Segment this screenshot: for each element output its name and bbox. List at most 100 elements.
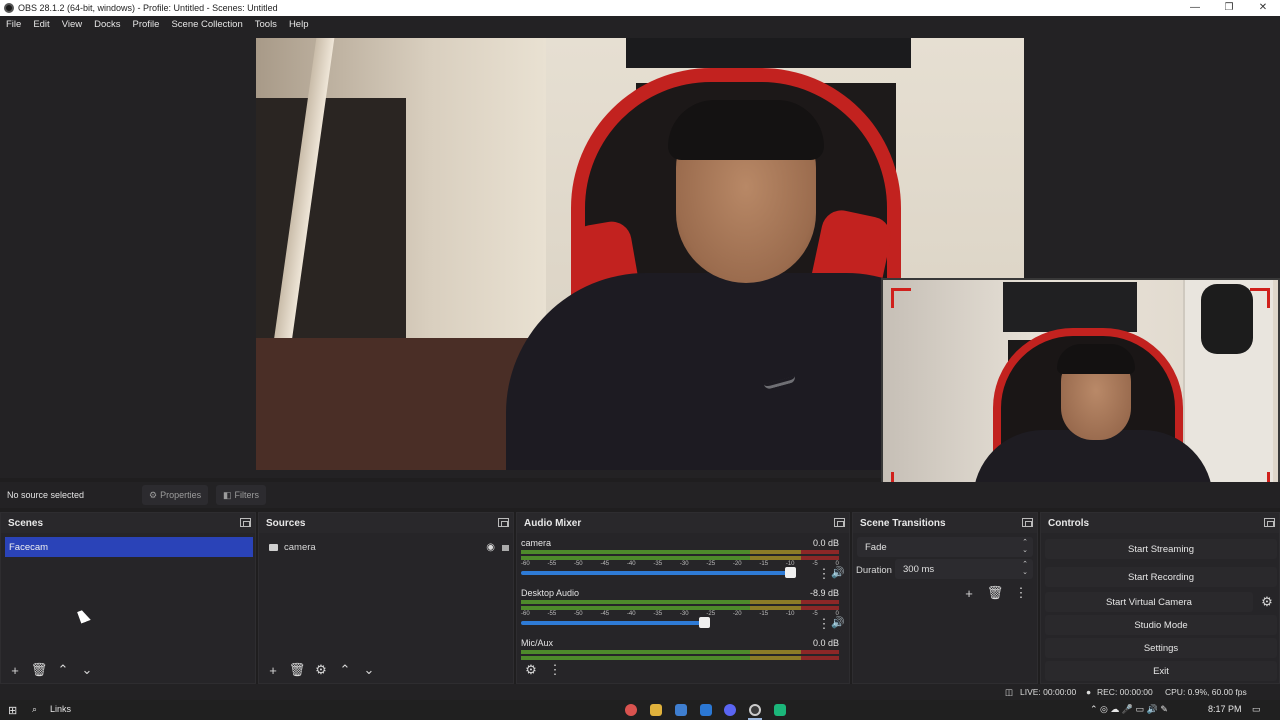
start-recording-button[interactable]: Start Recording	[1045, 567, 1277, 587]
meter-tick-label: -15	[759, 561, 769, 567]
menu-view[interactable]: View	[56, 19, 88, 30]
meter-tick-label: -40	[626, 611, 636, 617]
source-item-camera[interactable]: camera ◉	[267, 539, 509, 555]
menu-help[interactable]: Help	[283, 19, 315, 30]
facecam-overlay	[881, 278, 1280, 500]
file-explorer-icon[interactable]	[650, 704, 662, 716]
search-icon[interactable]: ⌕	[32, 704, 37, 715]
source-up-button[interactable]: ⌃	[335, 661, 355, 679]
visibility-eye-icon[interactable]: ◉	[486, 542, 495, 553]
meter-tick-label: -20	[732, 611, 742, 617]
remove-scene-button[interactable]: 🗑	[29, 661, 49, 679]
filters-button[interactable]: ◧ Filters	[216, 485, 267, 505]
undock-icon[interactable]	[1022, 518, 1033, 527]
sources-title: Sources	[259, 513, 513, 533]
mail-icon[interactable]	[700, 704, 712, 716]
start-streaming-button[interactable]: Start Streaming	[1045, 539, 1277, 559]
studio-mode-button[interactable]: Studio Mode	[1045, 615, 1277, 635]
meter-tick-label: -35	[653, 561, 663, 567]
rec-timer: REC: 00:00:00	[1097, 687, 1153, 697]
meter-tick-label: -45	[600, 611, 610, 617]
spinner-icon[interactable]: ⌃ ⌄	[1022, 561, 1028, 577]
audio-mixer-dock: Audio Mixer camera 0.0 dB -60 -55 -50 -45 -4…	[516, 512, 850, 684]
lock-icon[interactable]	[502, 545, 509, 551]
move-up-button[interactable]: ⌃	[53, 661, 73, 679]
discord-icon[interactable]	[724, 704, 736, 716]
notifications-icon[interactable]: ▭	[1252, 704, 1261, 715]
channel-db: -8.9 dB	[809, 588, 839, 598]
scenes-dock: Scenes Facecam + 🗑 ⌃ ⌄	[0, 512, 256, 684]
undock-icon[interactable]	[240, 518, 251, 527]
undock-icon[interactable]	[498, 518, 509, 527]
menu-profile[interactable]: Profile	[127, 19, 166, 30]
menu-scene-collection[interactable]: Scene Collection	[165, 19, 248, 30]
tray-icons[interactable]: ⌃ ◎ ☁ 🎤 ▭ 🔊 ✎	[1090, 704, 1168, 715]
status-bar: ◫ LIVE: 00:00:00 ● REC: 00:00:00 CPU: 0.…	[0, 684, 1280, 700]
app-icon[interactable]	[774, 704, 786, 716]
volume-knob[interactable]	[785, 567, 796, 578]
properties-button[interactable]: ⚙ Properties	[142, 485, 209, 505]
level-meter	[521, 600, 839, 604]
channel-menu-button[interactable]: ⋮	[814, 565, 834, 583]
transition-value: Fade	[865, 542, 887, 553]
level-meter	[521, 556, 839, 560]
chrome-icon[interactable]	[625, 704, 637, 716]
menu-file[interactable]: File	[0, 19, 27, 30]
undock-icon[interactable]	[1264, 518, 1275, 527]
meter-tick-label: -35	[653, 611, 663, 617]
windows-start-icon[interactable]: ⊞	[8, 704, 17, 717]
source-name: camera	[284, 541, 316, 553]
menu-docks[interactable]: Docks	[88, 19, 126, 30]
sources-dock: Sources camera ◉ + 🗑 ⚙ ⌃ ⌄	[258, 512, 514, 684]
scene-item-facecam[interactable]: Facecam	[5, 537, 253, 557]
taskbar-search-text[interactable]: Links	[50, 704, 71, 714]
volume-knob[interactable]	[699, 617, 710, 628]
undock-icon[interactable]	[834, 518, 845, 527]
start-virtual-camera-button[interactable]: Start Virtual Camera	[1045, 592, 1253, 612]
add-scene-button[interactable]: +	[5, 661, 25, 679]
duration-input[interactable]: 300 ms ⌃ ⌄	[895, 559, 1033, 579]
menu-edit[interactable]: Edit	[27, 19, 55, 30]
source-properties-button[interactable]: ⚙	[311, 661, 331, 679]
meter-tick-label: -15	[759, 611, 769, 617]
meter-tick-label: -10	[785, 611, 795, 617]
minimize-button[interactable]: —	[1178, 0, 1212, 16]
settings-button[interactable]: Settings	[1045, 638, 1277, 658]
level-meter	[521, 656, 839, 660]
meter-tick-label: -60	[521, 611, 530, 617]
obs-taskbar-icon[interactable]	[749, 704, 761, 716]
exit-button[interactable]: Exit	[1045, 661, 1277, 681]
channel-name: Mic/Aux	[521, 638, 554, 648]
camera-icon	[269, 543, 278, 551]
move-down-button[interactable]: ⌄	[77, 661, 97, 679]
remove-source-button[interactable]: 🗑	[287, 661, 307, 679]
mixer-channel-mic-aux: Mic/Aux 0.0 dB	[521, 638, 839, 668]
os-taskbar: ⊞ ⌕ Links ⌃ ◎ ☁ 🎤 ▭ 🔊 ✎ 8:17 PM ▭	[0, 700, 1280, 720]
transition-menu-button[interactable]: ⋮	[1011, 584, 1031, 602]
add-source-button[interactable]: +	[263, 661, 283, 679]
volume-slider[interactable]	[521, 621, 705, 625]
channel-menu-button[interactable]: ⋮	[814, 615, 834, 633]
volume-slider[interactable]	[521, 571, 791, 575]
mixer-channel-desktop-audio: Desktop Audio -8.9 dB -60 -55 -50 -45 -40 -35…	[521, 588, 845, 636]
meter-tick-label: -50	[573, 561, 583, 567]
meter-tick-label: -55	[547, 561, 557, 567]
meter-tick-label: -20	[732, 561, 742, 567]
remove-transition-button[interactable]: 🗑	[985, 584, 1005, 602]
close-button[interactable]: ✕	[1246, 0, 1280, 16]
window-title-bar: OBS 28.1.2 (64-bit, windows) - Profile: …	[0, 0, 1280, 16]
window-title: OBS 28.1.2 (64-bit, windows) - Profile: …	[18, 3, 278, 13]
controls-dock: Controls Start Streaming Start Recording…	[1040, 512, 1280, 684]
mixer-settings-button[interactable]: ⚙	[521, 661, 541, 679]
mixer-menu-button[interactable]: ⋮	[545, 661, 565, 679]
menu-tools[interactable]: Tools	[249, 19, 283, 30]
filter-icon: ◧	[223, 489, 232, 500]
channel-name: camera	[521, 538, 552, 548]
store-icon[interactable]	[675, 704, 687, 716]
restore-button[interactable]: ❐	[1212, 0, 1246, 16]
level-meter	[521, 650, 839, 654]
source-down-button[interactable]: ⌄	[359, 661, 379, 679]
transition-select[interactable]: Fade ⌃ ⌄	[857, 537, 1033, 557]
add-transition-button[interactable]: +	[959, 584, 979, 602]
virtual-camera-settings-icon[interactable]: ⚙	[1257, 593, 1277, 611]
